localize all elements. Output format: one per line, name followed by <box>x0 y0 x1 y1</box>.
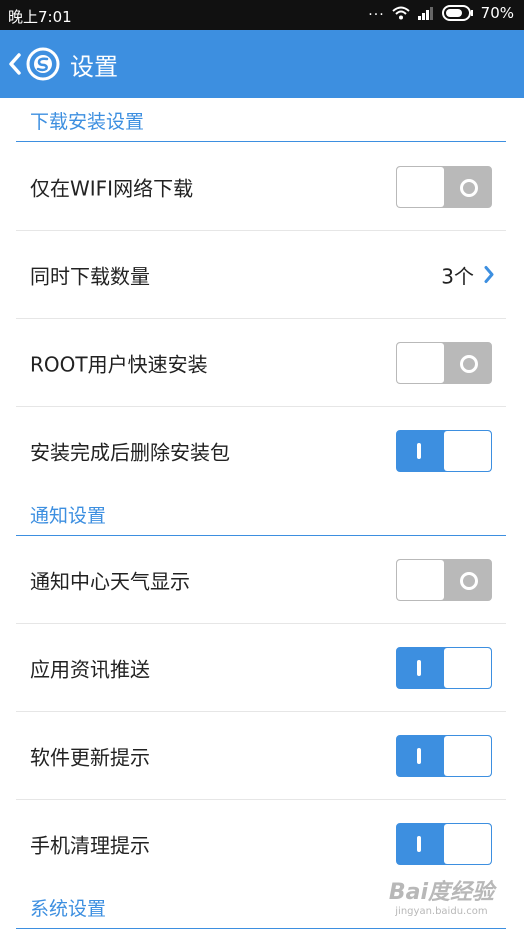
page-title: 设置 <box>70 53 118 81</box>
toggle-switch[interactable] <box>396 646 492 689</box>
toggle-knob <box>444 431 491 471</box>
watermark: Bai度经验 jingyan.baidu.com <box>389 874 494 917</box>
setting-label: 同时下载数量 <box>30 264 150 288</box>
toggle-off-indicator-icon <box>460 571 478 590</box>
setting-row-wifi-only-download[interactable]: 仅在WIFI网络下载 <box>16 143 506 231</box>
toggle-knob <box>444 647 491 688</box>
toggle-knob <box>397 559 444 600</box>
setting-row-weather-in-notification[interactable]: 通知中心天气显示 <box>16 536 506 624</box>
section-title: 系统设置 <box>30 898 107 920</box>
battery-icon <box>441 5 473 21</box>
status-time: 晚上7:01 <box>8 8 72 26</box>
toggle-switch[interactable] <box>396 341 492 384</box>
watermark-brand: Bai度经验 <box>388 880 494 905</box>
toggle-knob <box>444 824 491 864</box>
toggle-on-indicator-icon <box>417 836 421 852</box>
more-dots-icon: ... <box>368 3 385 19</box>
setting-label: 仅在WIFI网络下载 <box>30 176 194 200</box>
signal-icon <box>417 7 433 20</box>
toggle-switch[interactable] <box>396 734 492 777</box>
setting-row-app-news-push[interactable]: 应用资讯推送 <box>16 624 506 712</box>
toggle-on-indicator-icon <box>417 659 421 676</box>
setting-row-root-quick-install[interactable]: ROOT用户快速安装 <box>16 319 506 407</box>
setting-value: 3个 <box>441 264 474 288</box>
toggle-off-indicator-icon <box>460 354 478 373</box>
section-header-download: 下载安装设置 <box>16 98 506 142</box>
setting-label: 安装完成后删除安装包 <box>30 440 230 465</box>
setting-row-concurrent-downloads[interactable]: 同时下载数量 3个 <box>16 231 506 319</box>
app-logo-icon[interactable] <box>26 47 60 81</box>
toggle-switch[interactable] <box>396 165 492 208</box>
wifi-icon <box>391 6 410 20</box>
section-title: 通知设置 <box>30 505 107 527</box>
status-icons: ... 70% <box>368 3 514 22</box>
status-bar: 晚上7:01 ... 70% <box>0 0 524 30</box>
toggle-switch[interactable] <box>396 430 492 472</box>
setting-label: 软件更新提示 <box>30 745 150 769</box>
toggle-on-indicator-icon <box>417 443 421 459</box>
setting-value-group[interactable]: 3个 <box>441 260 494 289</box>
setting-label: 通知中心天气显示 <box>30 569 190 593</box>
watermark-url: jingyan.baidu.com <box>395 906 488 917</box>
setting-row-delete-package-after-install[interactable]: 安装完成后删除安装包 <box>16 407 506 495</box>
setting-label: ROOT用户快速安装 <box>30 352 208 376</box>
chevron-right-icon <box>484 266 494 283</box>
battery-percent: 70% <box>480 4 514 22</box>
setting-label: 应用资讯推送 <box>30 657 150 681</box>
toggle-on-indicator-icon <box>417 747 421 764</box>
setting-label: 手机清理提示 <box>30 833 150 858</box>
app-bar: 设置 <box>0 30 524 98</box>
toggle-knob <box>397 166 444 207</box>
toggle-switch[interactable] <box>396 558 492 601</box>
back-arrow-icon[interactable] <box>8 52 22 76</box>
setting-row-software-update-alert[interactable]: 软件更新提示 <box>16 712 506 800</box>
toggle-knob <box>397 342 444 383</box>
section-header-notify: 通知设置 <box>16 492 506 536</box>
toggle-off-indicator-icon <box>460 178 478 197</box>
section-title: 下载安装设置 <box>30 111 145 133</box>
toggle-switch[interactable] <box>396 823 492 865</box>
toggle-knob <box>444 735 491 776</box>
